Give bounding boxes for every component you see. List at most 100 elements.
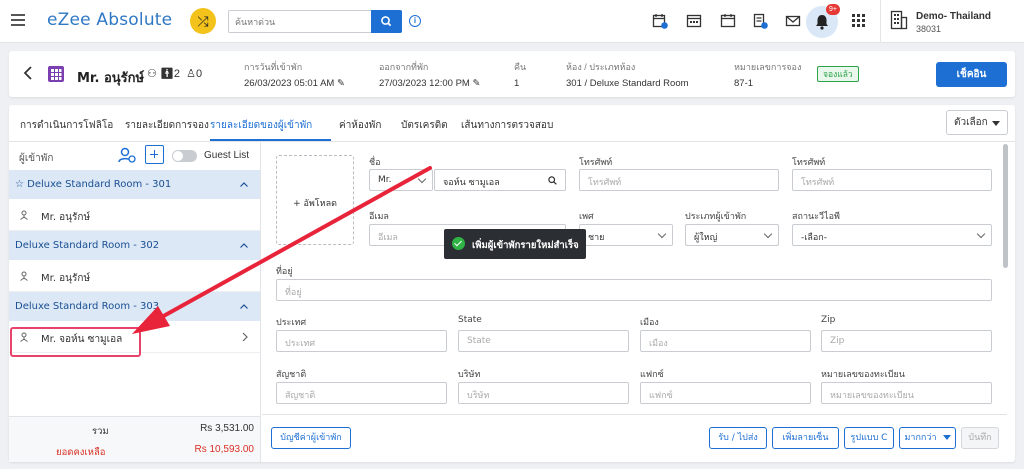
mobile-input[interactable]: โทรศัพท์ [792,169,992,191]
room-group-header[interactable]: ☆ Deluxe Standard Room - 301 [9,170,260,199]
search-button[interactable] [371,10,402,33]
total-label: รวม [92,426,109,437]
menu-icon[interactable] [11,14,25,26]
photo-upload[interactable]: + อัพโหลด [276,155,354,245]
chevron-up-icon[interactable] [240,243,248,248]
back-arrow-icon[interactable] [23,65,33,81]
add-guest-button[interactable] [145,145,164,164]
tab-bar: การดำเนินการโฟลิโอ รายละเอียดการจอง รายล… [9,105,1015,142]
divider [880,0,881,43]
quick-search-input[interactable] [229,11,371,32]
guest-ledger-button[interactable]: บัญชีค่าผู้เข้าพัก [271,427,351,449]
guest-list-item[interactable]: Mr. อนุรักษ์ [9,260,260,292]
guest-type-select[interactable]: ผู้ใหญ่ [685,224,779,246]
status-badge: จองแล้ว [817,66,859,82]
info-icon[interactable]: i [409,15,421,27]
registration-number-input[interactable]: หมายเลขของทะเบียน [821,382,992,404]
chevron-right-icon[interactable] [242,332,248,342]
caret-down-icon [942,435,951,440]
company-label: บริษัท [458,370,481,380]
zip-label: Zip [821,315,836,325]
success-toast: เพิ่มผู้เข้าพักรายใหม่สำเร็จ [444,229,586,259]
departure-info: ออกจากที่พัก 27/03/2023 12:00 PM ✎ [379,62,481,89]
guest-name-item: Mr. อนุรักษ์ [41,273,91,284]
property-name[interactable]: Demo- Thailand [916,11,991,22]
country-input[interactable]: ประเทศ [276,330,447,352]
invoice-icon[interactable] [752,13,768,29]
notification-badge: 9+ [826,4,840,15]
email-label: อีเมล [369,212,389,222]
chevron-up-icon[interactable] [240,304,248,309]
balance-value: Rs 10,593.00 [194,444,255,455]
calendar-icon[interactable] [720,13,736,29]
guest-list-item[interactable]: Mr. อนุรักษ์ [9,199,260,231]
guest-list-panel: ผู้เข้าพัก Guest List ☆ Deluxe Standard … [9,142,261,462]
fax-label: แฟกซ์ [640,370,664,380]
edit-arrival-icon[interactable]: ✎ [337,78,345,89]
calendar-add-icon[interactable] [652,13,668,29]
fax-input[interactable]: แฟกซ์ [640,382,811,404]
gender-select[interactable]: ชาย [579,224,673,246]
totals-section: รวม Rs 3,531.00 ยอดคงเหลือ Rs 10,593.00 [9,416,260,462]
form-c-button[interactable]: รูปแบบ C [844,427,894,449]
guests-group-icon[interactable] [117,146,137,164]
tab-booking-details[interactable]: รายละเอียดการจอง [125,118,209,133]
caret-down-icon [992,121,1000,126]
name-input[interactable]: จอห์น ซามูเอล [434,169,566,191]
guest-profile-icon: ⚇ [147,68,157,80]
state-label: State [458,315,482,325]
city-input[interactable]: เมือง [640,330,811,352]
tab-guest-details[interactable]: รายละเอียดของผู้เข้าพัก [210,118,312,133]
check-in-button[interactable]: เช็คอิน [936,62,1007,87]
tab-credit-card[interactable]: บัตรเครดิต [401,118,448,133]
vip-status-select[interactable]: -เลือก- [792,224,992,246]
room-group-header[interactable]: Deluxe Standard Room - 302 [9,231,260,260]
options-dropdown[interactable]: ตัวเลือก [946,110,1008,135]
bell-icon [816,15,828,30]
address-label: ที่อยู่ [276,267,293,277]
vip-status-label: สถานะวีไอพี [792,212,840,222]
calendar-grid-icon[interactable] [686,13,702,29]
save-button[interactable]: บันทึก [961,427,999,449]
room-group-title: Deluxe Standard Room - 303 [15,301,160,312]
reservation-number-info: หมายเลขการจอง 87-1 [734,62,802,89]
child-icon: ♙ [186,68,196,80]
search-icon [381,16,392,27]
tab-room-charges[interactable]: ค่าห้องพัก [339,118,381,133]
state-input[interactable]: State [458,330,629,352]
tab-folio-operations[interactable]: การดำเนินการโฟลิโอ [20,118,113,133]
action-bar: บัญชีค่าผู้เข้าพัก รับ / ไปส่ง เพิ่มลายเ… [262,414,1007,462]
shuffle-icon[interactable]: ⤮ [190,8,216,34]
quick-search-field[interactable] [228,10,372,33]
add-signature-button[interactable]: เพิ่มลายเซ็น [772,427,839,449]
check-circle-icon [452,237,465,250]
tab-audit-trail[interactable]: เส้นทางการตรวจสอบ [461,118,553,133]
address-input[interactable]: ที่อยู่ [276,279,992,301]
person-icon [20,271,28,281]
room-icon [48,66,64,82]
chevron-up-icon[interactable] [240,182,248,187]
room-group-header[interactable]: Deluxe Standard Room - 303 [9,292,260,321]
reservation-header: Mr. อนุรักษ์ ⚇ 🚹︎2 ♙0 การวันที่เข้าพัก 2… [9,51,1015,97]
guest-name: Mr. อนุรักษ์ [77,71,145,86]
room-group-title: Deluxe Standard Room - 302 [15,240,160,251]
registration-number-label: หมายเลขของทะเบียน [821,370,905,380]
zip-input[interactable]: Zip [821,330,992,352]
pickup-drop-button[interactable]: รับ / ไปส่ง [709,427,767,449]
phone-input[interactable]: โทรศัพท์ [579,169,779,191]
apps-grid-icon[interactable] [852,14,865,27]
guest-count: ⚇ 🚹︎2 ♙0 [147,68,203,80]
total-value: Rs 3,531.00 [200,423,254,434]
guest-list-toggle[interactable] [172,150,197,162]
search-icon[interactable] [548,176,557,185]
nationality-input[interactable]: สัญชาติ [276,382,447,404]
more-dropdown[interactable]: มากกว่า [899,427,956,449]
main-panel: การดำเนินการโฟลิโอ รายละเอียดการจอง รายล… [9,105,1015,462]
mail-icon[interactable] [785,13,801,29]
company-input[interactable]: บริษัท [458,382,629,404]
app-logo[interactable]: eZee Absolute [47,10,172,30]
name-label: ชื่อ [369,158,381,168]
title-select[interactable]: Mr. [369,169,433,191]
edit-departure-icon[interactable]: ✎ [473,78,481,89]
star-icon: ☆ [15,179,24,190]
